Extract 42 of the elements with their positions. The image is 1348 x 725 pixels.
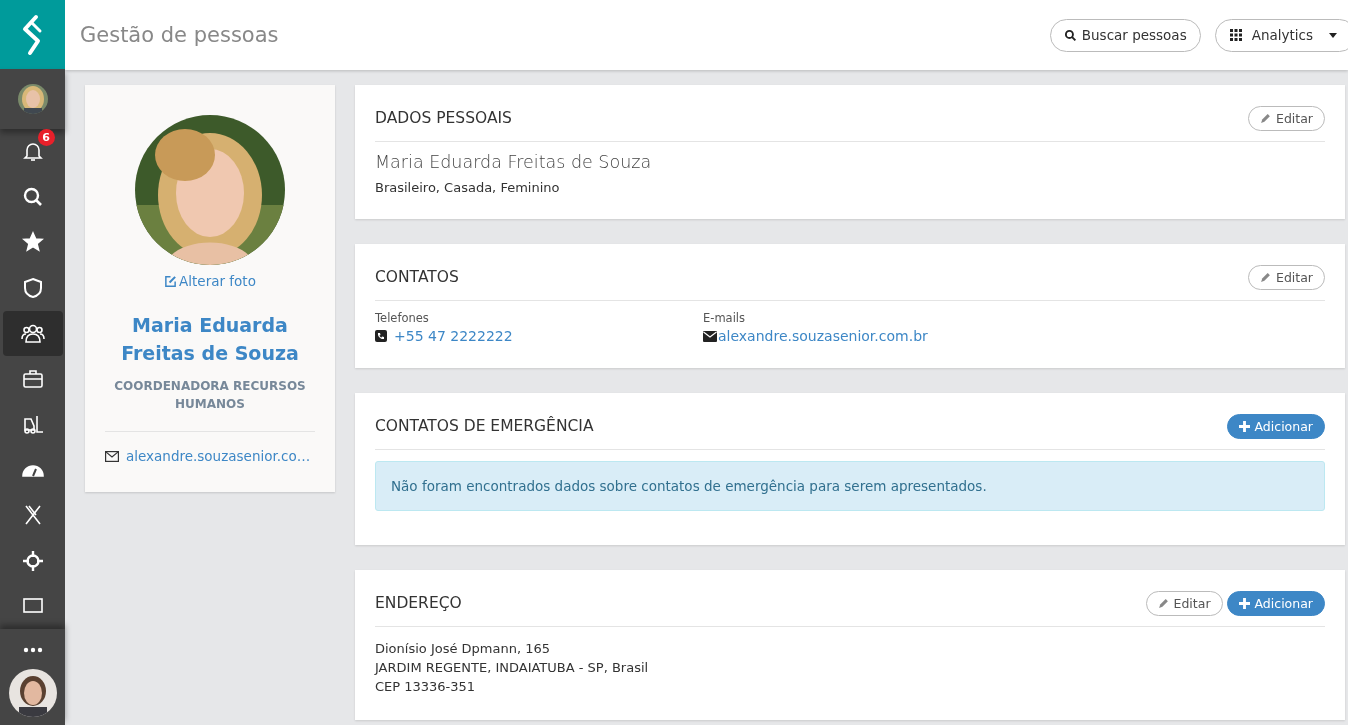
- section-title: DADOS PESSOAIS: [375, 108, 512, 127]
- employee-name: Maria Eduarda Freitas de Souza: [120, 313, 300, 366]
- phone-icon: [375, 330, 387, 342]
- add-button[interactable]: Adicionar: [1226, 590, 1325, 616]
- notification-badge: 6: [37, 129, 55, 147]
- address-line: JARDIM REGENTE, INDAIATUBA - SP, Brasil: [375, 659, 650, 677]
- phone-link[interactable]: +55 47 2222222: [394, 328, 513, 344]
- page-title: Gestão de pessoas: [80, 23, 279, 47]
- grid-icon: [1229, 29, 1242, 41]
- logo-icon[interactable]: [0, 0, 65, 70]
- full-name: Maria Eduarda Freitas de Souza: [375, 152, 653, 172]
- edit-icon: [164, 274, 178, 288]
- search-people-button[interactable]: Buscar pessoas: [1049, 18, 1201, 52]
- personal-details: Brasileiro, Casada, Feminino: [375, 180, 561, 195]
- job-title: COORDENADORA RECURSOS HUMANOS: [113, 378, 307, 413]
- section-title: CONTATOS DE EMERGÊNCIA: [375, 415, 594, 435]
- emails-label: E-mails: [703, 311, 747, 325]
- analytics-menu-button[interactable]: Analytics: [1214, 18, 1348, 52]
- pencil-icon: [1260, 112, 1271, 124]
- section-title: CONTATOS: [375, 267, 459, 286]
- phones-label: Telefones: [375, 311, 430, 325]
- info-alert: Não foram encontrados dados sobre contatos de emergência para serem apresentados.: [375, 461, 1325, 511]
- email-link[interactable]: alexandre.souzasenior.com.br: [718, 328, 928, 344]
- email-link[interactable]: alexandre.souzasenior.co…: [126, 448, 311, 464]
- add-button[interactable]: Adicionar: [1226, 413, 1325, 439]
- edit-button[interactable]: Editar: [1248, 105, 1325, 131]
- search-icon: [1063, 28, 1077, 42]
- edit-button[interactable]: Editar: [1248, 264, 1325, 290]
- envelope-icon: [703, 330, 717, 342]
- address-line: Dionísio José Dpmann, 165: [375, 640, 552, 658]
- address-line: CEP 13336-351: [375, 678, 477, 696]
- crosshair-icon[interactable]: [20, 548, 45, 573]
- caret-icon: [1329, 32, 1337, 38]
- edit-button[interactable]: Editar: [1145, 590, 1223, 616]
- section-title: ENDEREÇO: [375, 593, 462, 612]
- envelope-icon: [105, 450, 119, 462]
- plus-icon: [1238, 420, 1250, 432]
- pencil-icon: [1260, 271, 1271, 283]
- more-icon[interactable]: [22, 647, 43, 654]
- pencil-icon: [1157, 597, 1169, 609]
- plus-icon: [1238, 597, 1250, 609]
- change-photo-link[interactable]: Alterar foto: [164, 273, 256, 289]
